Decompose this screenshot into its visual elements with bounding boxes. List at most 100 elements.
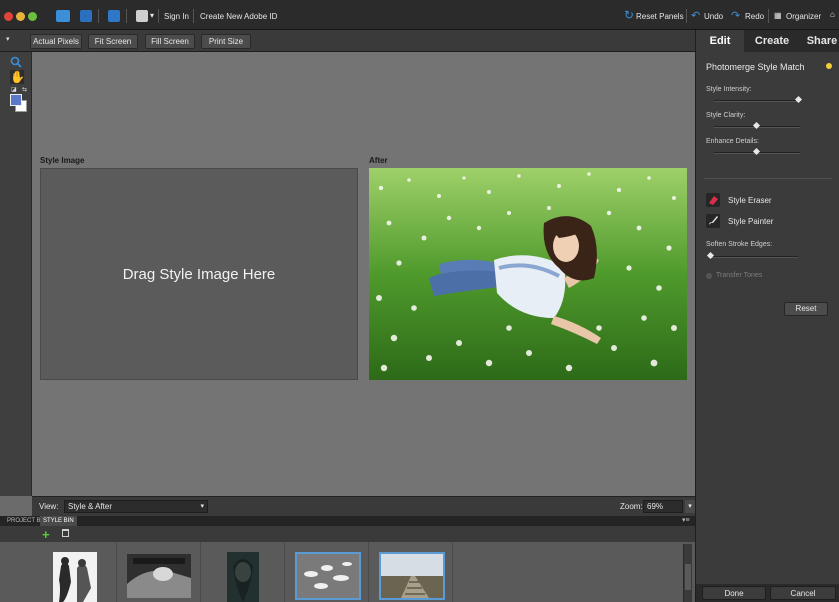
list-item bbox=[117, 542, 201, 602]
transfer-tones-checkbox[interactable] bbox=[706, 273, 712, 279]
reset-button[interactable]: Reset bbox=[784, 302, 828, 316]
redo-icon[interactable]: ↷ bbox=[731, 9, 740, 22]
style-bin-thumbnails bbox=[0, 542, 695, 602]
cancel-button[interactable]: Cancel bbox=[770, 586, 836, 600]
undo-button[interactable]: Undo bbox=[704, 12, 723, 21]
tool-strip: ✋ ◪ ⇆ bbox=[0, 52, 32, 496]
eraser-icon bbox=[706, 193, 720, 207]
style-thumbnail-selected[interactable] bbox=[379, 552, 445, 600]
home-icon[interactable]: ⌂ bbox=[830, 10, 835, 19]
tab-style-bin[interactable]: STYLE BIN bbox=[40, 516, 77, 526]
zoom-input[interactable]: 69% bbox=[643, 500, 683, 513]
drop-zone-text: Drag Style Image Here bbox=[122, 265, 276, 283]
list-item bbox=[33, 542, 117, 602]
separator bbox=[193, 9, 194, 23]
after-image[interactable] bbox=[369, 168, 687, 380]
edit-panel: Edit Create Share Photomerge Style Match… bbox=[695, 30, 839, 602]
view-bar: View: Style & After ▾ Zoom: 69% ▾ bbox=[32, 496, 695, 516]
slider-handle[interactable] bbox=[794, 95, 803, 104]
style-intensity-label: Style Intensity: bbox=[706, 86, 752, 93]
bin-scrollbar[interactable] bbox=[683, 544, 692, 602]
bin-scrollbar-thumb[interactable] bbox=[685, 564, 691, 590]
style-thumbnail[interactable] bbox=[227, 552, 259, 602]
enhance-details-label: Enhance Details: bbox=[706, 138, 759, 145]
divider bbox=[704, 178, 832, 179]
redo-button[interactable]: Redo bbox=[745, 12, 764, 21]
default-colors-icon[interactable]: ◪ bbox=[11, 86, 17, 93]
help-icon[interactable] bbox=[108, 10, 120, 22]
list-item bbox=[369, 542, 453, 602]
zoom-label: Zoom: bbox=[620, 502, 643, 511]
actual-pixels-button[interactable]: Actual Pixels bbox=[30, 34, 82, 49]
style-thumbnail[interactable] bbox=[127, 554, 191, 598]
tab-share[interactable]: Share bbox=[800, 30, 839, 52]
soften-stroke-slider[interactable] bbox=[706, 251, 798, 260]
view-mode-value: Style & After bbox=[68, 502, 113, 511]
panel-tabs: Edit Create Share bbox=[696, 30, 839, 52]
style-clarity-label: Style Clarity: bbox=[706, 112, 746, 119]
print-size-button[interactable]: Print Size bbox=[201, 34, 251, 49]
fit-screen-button[interactable]: Fit Screen bbox=[88, 34, 138, 49]
view-label: View: bbox=[39, 502, 59, 511]
tool-options-arrow[interactable]: ▾ bbox=[6, 35, 10, 43]
style-image-label: Style Image bbox=[40, 156, 85, 165]
view-toolbar: ▾ Actual Pixels Fit Screen Fill Screen P… bbox=[0, 30, 695, 52]
panel-footer: Done Cancel bbox=[696, 584, 839, 602]
fill-screen-button[interactable]: Fill Screen bbox=[145, 34, 195, 49]
tab-create[interactable]: Create bbox=[746, 30, 798, 52]
style-eraser-label: Style Eraser bbox=[728, 196, 772, 205]
slider-handle[interactable] bbox=[752, 121, 761, 130]
enhance-details-slider[interactable] bbox=[714, 147, 800, 156]
organizer-button[interactable]: Organizer bbox=[786, 12, 821, 21]
reset-panels-button[interactable]: Reset Panels bbox=[636, 12, 684, 21]
transfer-tones-label: Transfer Tones bbox=[716, 272, 763, 279]
add-style-icon[interactable]: + bbox=[42, 527, 50, 542]
layout-dropdown-arrow[interactable]: ▾ bbox=[150, 11, 154, 20]
style-thumbnail-selected[interactable] bbox=[295, 552, 361, 600]
zoom-window-button[interactable] bbox=[28, 12, 37, 21]
separator bbox=[126, 9, 127, 23]
style-thumbnail[interactable] bbox=[53, 552, 97, 602]
slider-handle[interactable] bbox=[752, 147, 761, 156]
zoom-dropdown-button[interactable]: ▾ bbox=[685, 500, 695, 513]
tip-bulb-icon[interactable] bbox=[826, 63, 832, 69]
menu-bar: ▾ Sign In Create New Adobe ID ↻ Reset Pa… bbox=[0, 0, 839, 30]
foreground-color-swatch[interactable] bbox=[10, 94, 22, 106]
separator bbox=[98, 9, 99, 23]
style-painter-label: Style Painter bbox=[728, 217, 774, 226]
style-image-drop-zone[interactable]: Drag Style Image Here bbox=[40, 168, 358, 380]
organizer-icon[interactable]: ▦ bbox=[774, 11, 782, 20]
after-label: After bbox=[369, 156, 388, 165]
separator bbox=[686, 9, 687, 23]
soften-stroke-label: Soften Stroke Edges: bbox=[706, 241, 773, 248]
bin-toolbar: + bbox=[0, 526, 695, 542]
separator bbox=[158, 9, 159, 23]
create-adobe-id-link[interactable]: Create New Adobe ID bbox=[200, 12, 277, 21]
trash-icon[interactable] bbox=[62, 529, 69, 537]
workspace-layout-icon[interactable] bbox=[136, 10, 148, 22]
sign-in-link[interactable]: Sign In bbox=[164, 12, 189, 21]
list-item bbox=[201, 542, 285, 602]
undo-icon[interactable]: ↶ bbox=[691, 9, 700, 22]
separator bbox=[768, 9, 769, 23]
bin-tab-bar: PROJECT BIN STYLE BIN ▾≡ bbox=[0, 516, 695, 526]
tab-edit[interactable]: Edit bbox=[696, 30, 744, 52]
style-clarity-slider[interactable] bbox=[714, 121, 800, 130]
list-item bbox=[285, 542, 369, 602]
chevron-down-icon: ▾ bbox=[200, 503, 204, 510]
brush-icon bbox=[706, 214, 720, 228]
reset-panels-icon[interactable]: ↻ bbox=[624, 8, 634, 22]
hand-tool-icon[interactable]: ✋ bbox=[10, 70, 25, 84]
panel-title: Photomerge Style Match bbox=[706, 62, 805, 72]
open-icon[interactable] bbox=[56, 10, 70, 22]
minimize-window-button[interactable] bbox=[16, 12, 25, 21]
close-window-button[interactable] bbox=[4, 12, 13, 21]
style-intensity-slider[interactable] bbox=[714, 95, 803, 104]
zoom-tool-icon[interactable] bbox=[10, 56, 22, 68]
done-button[interactable]: Done bbox=[702, 586, 766, 600]
bin-menu-icon[interactable]: ▾≡ bbox=[682, 516, 690, 524]
slider-handle[interactable] bbox=[706, 251, 715, 260]
save-icon[interactable] bbox=[80, 10, 92, 22]
swap-colors-icon[interactable]: ⇆ bbox=[22, 86, 27, 93]
view-mode-select[interactable]: Style & After ▾ bbox=[64, 500, 208, 513]
